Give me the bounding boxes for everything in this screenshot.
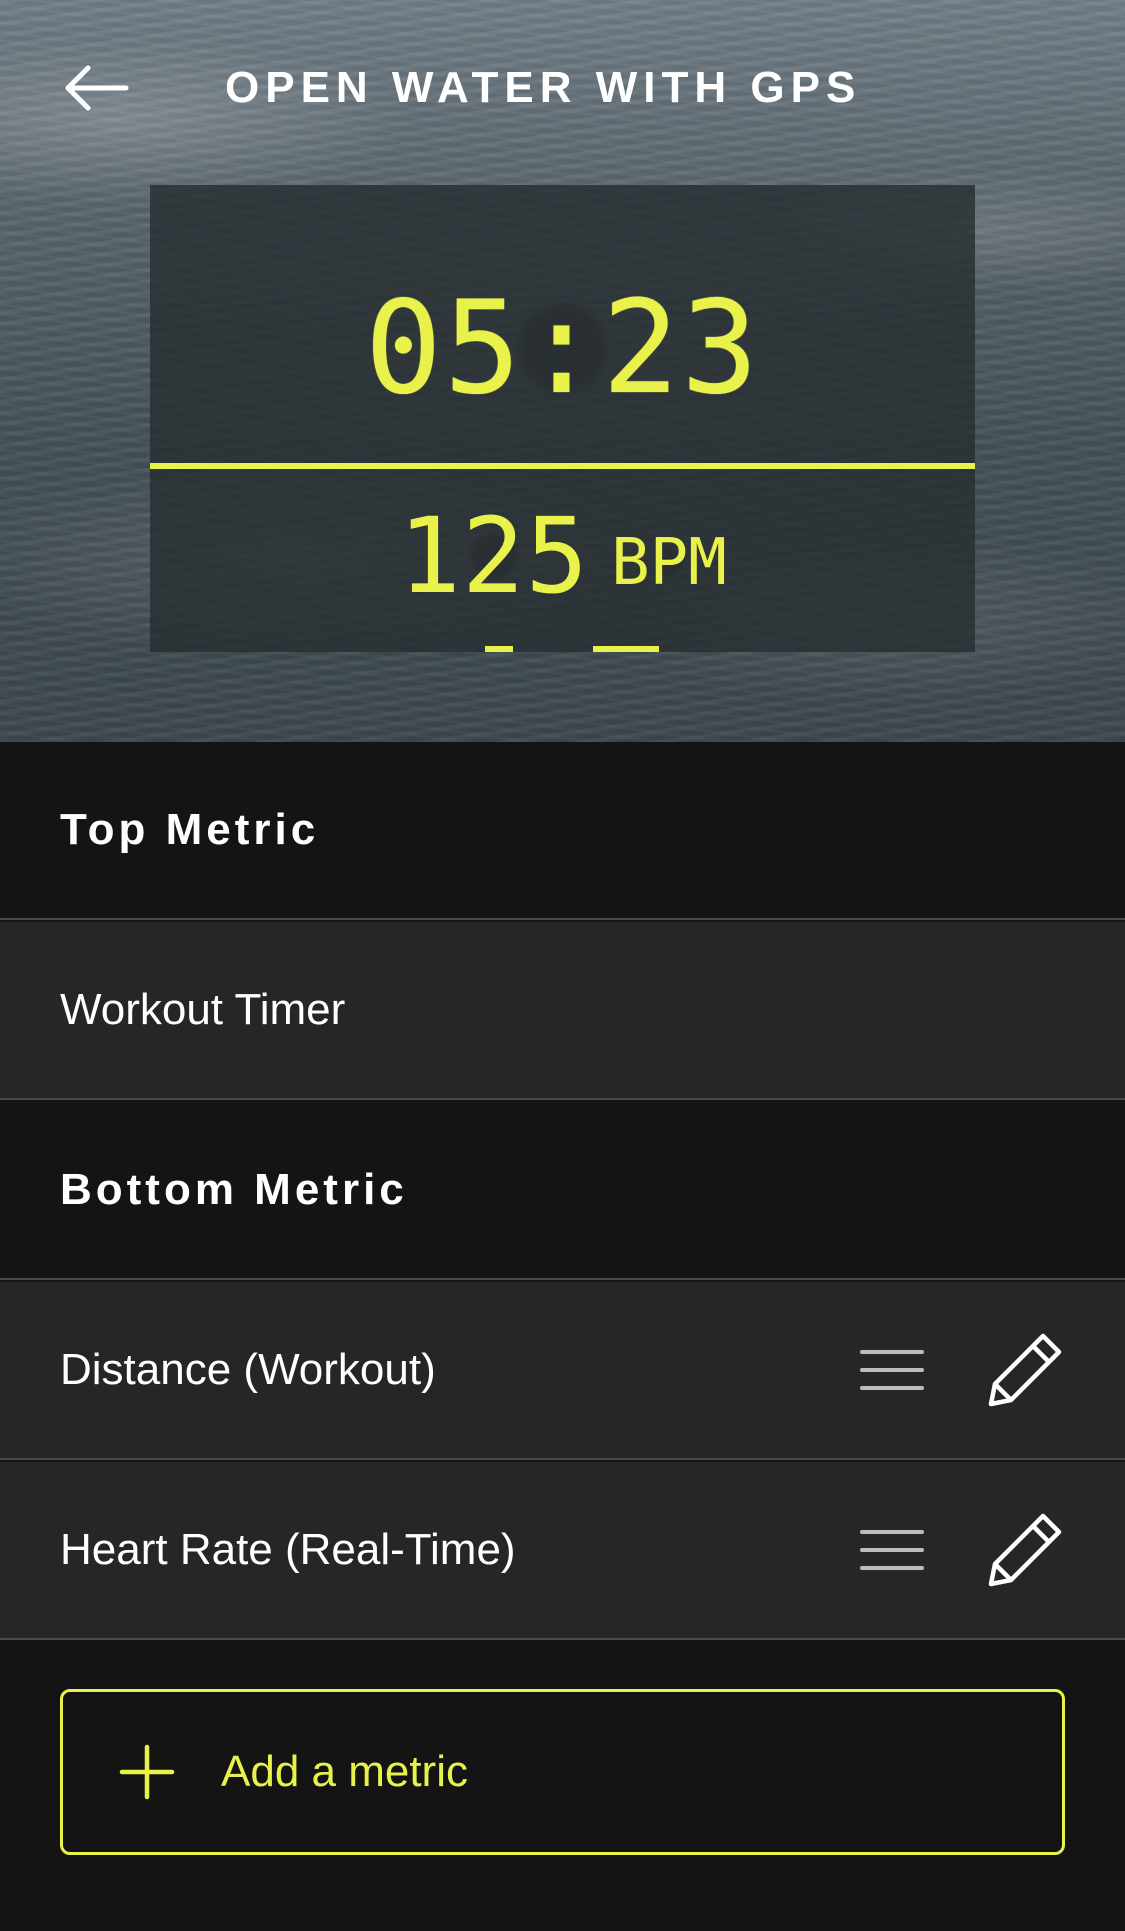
plus-icon	[119, 1744, 175, 1800]
top-metric-section-header: Top Metric	[0, 742, 1125, 920]
back-button[interactable]	[60, 58, 136, 118]
bottom-metric-title: Bottom Metric	[60, 1165, 408, 1214]
bottom-metric-row[interactable]: Heart Rate (Real-Time)	[0, 1462, 1125, 1640]
drag-handle-icon[interactable]	[858, 1526, 926, 1574]
preview-bpm-value: 125	[398, 494, 590, 617]
pencil-icon	[988, 1513, 1062, 1587]
top-metric-title: Top Metric	[60, 805, 320, 854]
edit-metric-button[interactable]	[985, 1510, 1065, 1590]
header-hero: OPEN WATER WITH GPS 05:23 125 BPM	[0, 0, 1125, 742]
arrow-left-icon	[65, 65, 129, 111]
page-indicator-dot-1	[485, 646, 513, 652]
top-metric-label: Workout Timer	[60, 985, 346, 1034]
watch-preview: 05:23 125 BPM	[150, 185, 975, 652]
edit-metric-button[interactable]	[985, 1330, 1065, 1410]
add-metric-button[interactable]: Add a metric	[60, 1689, 1065, 1855]
preview-timer-value: 05:23	[364, 274, 761, 423]
pencil-icon	[988, 1333, 1062, 1407]
drag-handle-icon[interactable]	[858, 1346, 926, 1394]
preview-bpm-unit: BPM	[611, 525, 727, 600]
add-metric-label: Add a metric	[221, 1747, 468, 1796]
preview-top-metric: 05:23	[150, 185, 975, 463]
bottom-metric-label: Distance (Workout)	[60, 1345, 436, 1394]
bottom-metric-section-header: Bottom Metric	[0, 1102, 1125, 1280]
bottom-metric-label: Heart Rate (Real-Time)	[60, 1525, 516, 1574]
page-title: OPEN WATER WITH GPS	[225, 63, 862, 112]
page-indicator-dot-2	[593, 646, 659, 652]
preview-bottom-metric: 125 BPM	[150, 469, 975, 652]
bottom-metric-row[interactable]: Distance (Workout)	[0, 1282, 1125, 1460]
top-metric-row[interactable]: Workout Timer	[0, 922, 1125, 1100]
page-indicator	[150, 646, 975, 652]
